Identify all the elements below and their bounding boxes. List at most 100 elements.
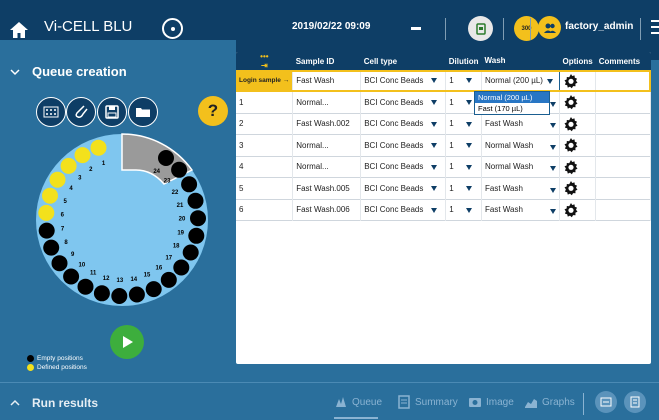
- dropdown-caret-icon[interactable]: [465, 121, 472, 127]
- carousel-position-dot[interactable]: [173, 259, 190, 276]
- report-icon[interactable]: [624, 391, 646, 413]
- dropdown-caret-icon[interactable]: [465, 207, 472, 213]
- dropdown-caret-icon[interactable]: [550, 144, 556, 150]
- carousel-position-dot[interactable]: [128, 286, 145, 303]
- carousel-position-dot[interactable]: [49, 171, 66, 188]
- carousel-position-dot[interactable]: [145, 281, 162, 298]
- dropdown-caret-icon[interactable]: [431, 186, 438, 192]
- carousel-position-dot[interactable]: [74, 147, 91, 164]
- cell-type-cell[interactable]: BCI Conc Beads: [360, 177, 447, 199]
- comments-cell[interactable]: [595, 91, 651, 113]
- options-gear-icon[interactable]: [559, 70, 597, 92]
- wash-cell[interactable]: Normal (200 µL): [481, 69, 560, 92]
- dropdown-caret-icon[interactable]: [550, 123, 556, 129]
- options-gear-icon[interactable]: [559, 199, 597, 221]
- start-run-button[interactable]: [110, 325, 144, 359]
- carousel-position-dot[interactable]: [60, 157, 77, 174]
- carousel-position-dot[interactable]: [90, 139, 107, 156]
- menu-icon[interactable]: [651, 20, 659, 36]
- table-row[interactable]: 6 Fast Wash.006 BCI Conc Beads 1 Fast Wash: [236, 199, 651, 221]
- wash-dropdown-list[interactable]: Normal (200 µL) Fast (170 µL): [474, 91, 550, 115]
- dropdown-caret-icon[interactable]: [431, 143, 438, 149]
- carousel-position-dot[interactable]: [160, 271, 177, 288]
- cell-type-cell[interactable]: BCI Conc Beads: [360, 70, 447, 92]
- wash-cell[interactable]: Fast Wash: [481, 177, 560, 199]
- comments-cell[interactable]: [595, 70, 651, 92]
- nav-queue[interactable]: Queue: [334, 395, 382, 409]
- sample-id-cell[interactable]: Fast Wash: [292, 70, 362, 92]
- carousel-position-dot[interactable]: [38, 222, 55, 239]
- user-avatar[interactable]: [538, 16, 561, 39]
- dilution-cell[interactable]: 1: [445, 156, 482, 178]
- wash-option[interactable]: Fast (170 µL): [475, 103, 549, 114]
- sample-tube-icon[interactable]: [66, 97, 96, 127]
- dropdown-caret-icon[interactable]: [465, 186, 472, 192]
- table-row[interactable]: 3 Normal... BCI Conc Beads 1 Normal Wash: [236, 134, 651, 156]
- dropdown-caret-icon[interactable]: [431, 100, 438, 106]
- table-row[interactable]: 4 Normal... BCI Conc Beads 1 Normal Wash: [236, 156, 651, 178]
- chevron-up-icon[interactable]: [10, 398, 20, 408]
- queue-creation-header[interactable]: Queue creation: [32, 64, 127, 79]
- reorder-icon[interactable]: ••• ⇥: [236, 52, 293, 70]
- wash-cell[interactable]: Fast Wash: [481, 113, 560, 135]
- dropdown-caret-icon[interactable]: [431, 164, 438, 170]
- cell-type-cell[interactable]: BCI Conc Beads: [360, 134, 447, 156]
- carousel-position-dot[interactable]: [171, 161, 188, 178]
- plate-grid-icon[interactable]: [36, 97, 66, 127]
- table-row[interactable]: 5 Fast Wash.005 BCI Conc Beads 1 Fast Wash: [236, 177, 651, 199]
- comments-cell[interactable]: [595, 156, 651, 178]
- reagent-status-icon[interactable]: [468, 16, 493, 41]
- dilution-cell[interactable]: 1: [445, 199, 482, 221]
- wash-cell[interactable]: Normal Wash: [481, 134, 560, 156]
- sample-id-cell[interactable]: Fast Wash.005: [292, 177, 362, 199]
- comments-cell[interactable]: [595, 113, 651, 135]
- carousel-position-dot[interactable]: [93, 285, 110, 302]
- options-gear-icon[interactable]: [559, 177, 597, 199]
- dilution-cell[interactable]: 1: [445, 134, 482, 156]
- table-row[interactable]: 2 Fast Wash.002 BCI Conc Beads 1 Fast Wash: [236, 113, 651, 135]
- options-gear-icon[interactable]: [559, 134, 597, 156]
- export-icon[interactable]: [595, 391, 617, 413]
- options-gear-icon[interactable]: [559, 91, 597, 113]
- carousel-position-dot[interactable]: [111, 288, 128, 304]
- options-gear-icon[interactable]: [559, 113, 597, 135]
- sample-id-cell[interactable]: Normal...: [292, 134, 362, 156]
- nav-graphs[interactable]: Graphs: [524, 395, 575, 409]
- carousel-position-dot[interactable]: [51, 255, 68, 272]
- dropdown-caret-icon[interactable]: [550, 187, 556, 193]
- carousel-position-dot[interactable]: [77, 278, 94, 295]
- run-results-header[interactable]: Run results: [32, 396, 98, 410]
- carousel-position-dot[interactable]: [38, 204, 55, 221]
- sample-carousel[interactable]: 123456789101112 13 1415161718192021222324: [32, 130, 212, 310]
- carousel-position-dot[interactable]: [188, 227, 205, 244]
- dropdown-caret-icon[interactable]: [550, 166, 556, 172]
- chevron-down-icon[interactable]: [10, 67, 20, 77]
- comments-cell[interactable]: [595, 177, 651, 199]
- wash-cell[interactable]: Fast Wash: [481, 199, 560, 221]
- username[interactable]: factory_admin: [565, 21, 633, 32]
- sample-id-cell[interactable]: Normal...: [292, 156, 362, 178]
- cell-type-cell[interactable]: BCI Conc Beads: [360, 113, 447, 135]
- carousel-position-dot[interactable]: [182, 244, 199, 261]
- carousel-position-dot[interactable]: [187, 192, 204, 209]
- carousel-position-dot[interactable]: [158, 150, 174, 166]
- dropdown-caret-icon[interactable]: [550, 209, 556, 215]
- dilution-cell[interactable]: 1: [445, 113, 482, 135]
- sample-id-cell[interactable]: Normal...: [292, 91, 362, 113]
- carousel-position-dot[interactable]: [63, 268, 80, 285]
- comments-cell[interactable]: [595, 134, 651, 156]
- help-button[interactable]: ?: [198, 96, 228, 126]
- dropdown-caret-icon[interactable]: [465, 164, 472, 170]
- folder-icon[interactable]: [128, 97, 158, 127]
- dilution-cell[interactable]: 1: [445, 70, 482, 92]
- cell-type-cell[interactable]: BCI Conc Beads: [360, 156, 447, 178]
- home-icon[interactable]: [9, 20, 29, 40]
- carousel-position-dot[interactable]: [42, 187, 58, 204]
- dropdown-caret-icon[interactable]: [431, 121, 438, 127]
- save-icon[interactable]: [97, 97, 127, 127]
- dilution-cell[interactable]: 1: [445, 177, 482, 199]
- carousel-position-dot[interactable]: [190, 210, 206, 227]
- disposal-tray-icon[interactable]: 300: [514, 16, 539, 41]
- nav-summary[interactable]: Summary: [397, 395, 458, 409]
- dropdown-caret-icon[interactable]: [550, 101, 556, 107]
